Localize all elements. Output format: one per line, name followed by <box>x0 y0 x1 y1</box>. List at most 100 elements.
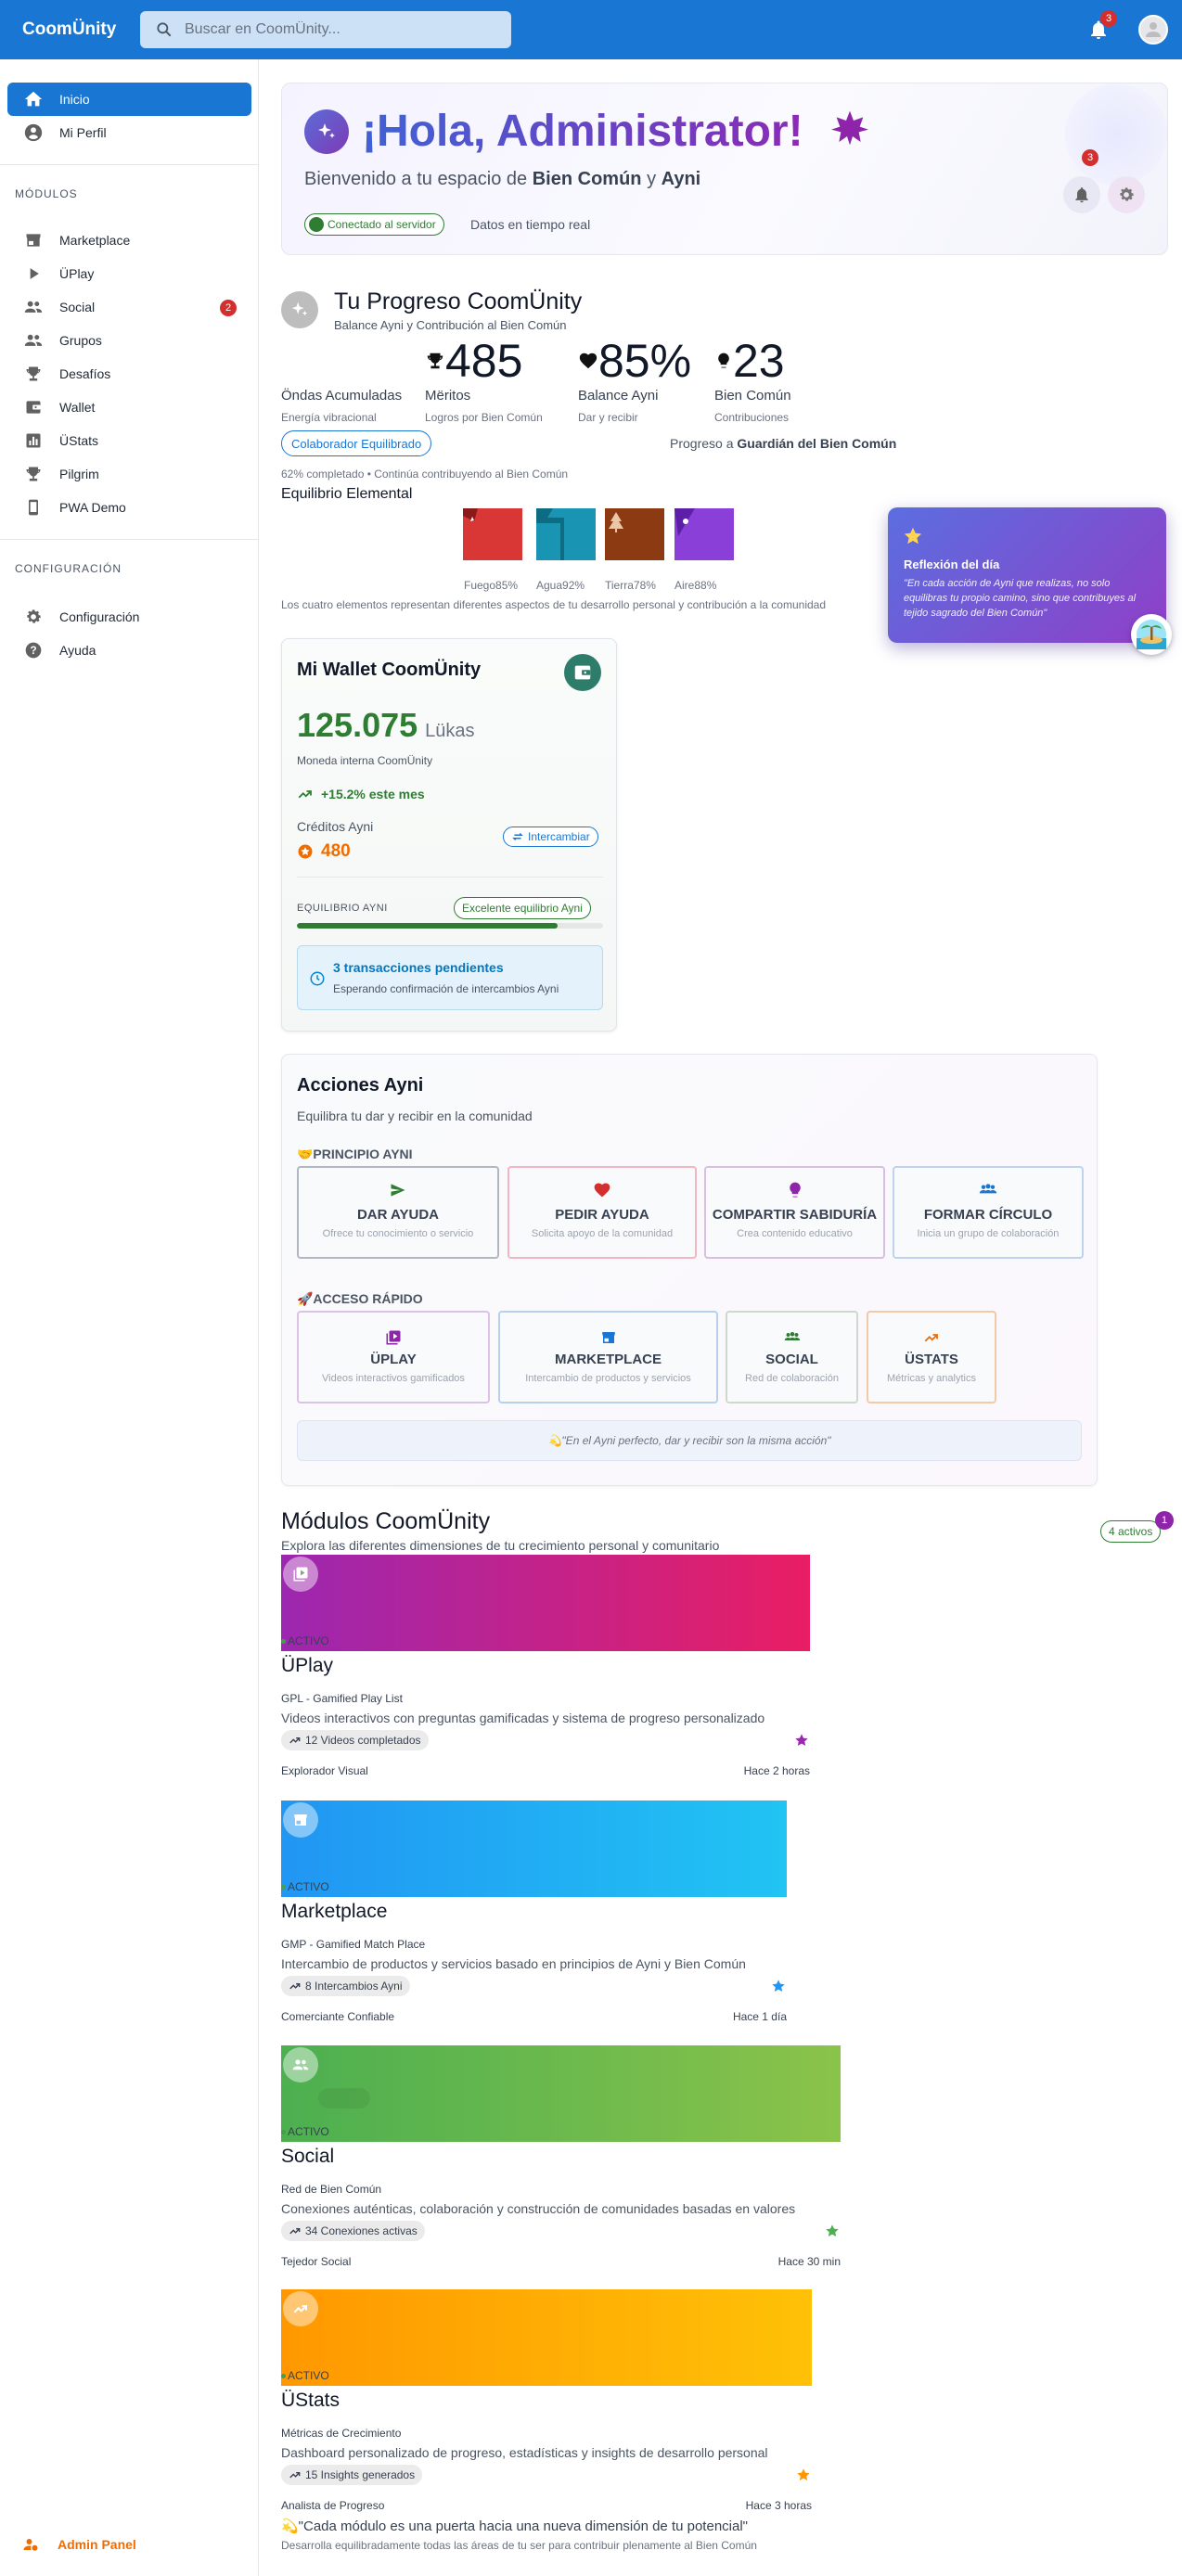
trend-icon <box>289 1737 301 1744</box>
module-name: ÜPlay <box>281 1655 334 1676</box>
sidebar-item-marketplace[interactable]: Marketplace <box>7 224 251 257</box>
wallet-icon-badge[interactable] <box>564 654 601 691</box>
bien-comun-sub: Contribuciones <box>714 411 790 424</box>
agua-element[interactable] <box>536 508 596 560</box>
module-code: Métricas de Crecimiento <box>281 2427 402 2440</box>
notifications-badge: 3 <box>1100 10 1117 27</box>
active-modules-badge: 1 <box>1155 1511 1174 1530</box>
trend-icon <box>289 2471 301 2479</box>
star-circle-icon <box>298 844 313 859</box>
bien-comun-value: 23 <box>714 334 785 388</box>
island-icon-button[interactable] <box>1131 614 1172 655</box>
daily-reflection-card: Reflexión del día "En cada acción de Ayn… <box>888 507 1172 655</box>
trend-up-icon <box>298 790 312 799</box>
module-code: GPL - Gamified Play List <box>281 1692 403 1705</box>
modules-footer-quote: 💫"Cada módulo es una puerta hacia una nu… <box>281 2518 748 2534</box>
sidebar-item-inicio[interactable]: Inicio <box>7 83 251 116</box>
sidebar-item-configuracion[interactable]: Configuración <box>7 600 251 634</box>
admin-panel-link[interactable]: Admin Panel <box>22 2536 136 2553</box>
quick-social-button[interactable]: SOCIAL Red de colaboración <box>726 1311 858 1403</box>
quick-marketplace-button[interactable]: MARKETPLACE Intercambio de productos y s… <box>498 1311 718 1403</box>
sidebar-item-pilgrim[interactable]: Pilgrim <box>7 457 251 491</box>
sidebar-item-ayuda[interactable]: ? Ayuda <box>7 634 251 667</box>
wallet-icon <box>26 401 41 414</box>
module-name: Marketplace <box>281 1901 388 1922</box>
module-card[interactable]: ACTIVO Marketplace GMP - Gamified Match Pl… <box>281 1801 787 2032</box>
hero-notifications-button[interactable] <box>1063 176 1100 213</box>
hero-notifications-badge: 3 <box>1082 149 1098 166</box>
connected-icon <box>309 217 324 232</box>
module-banner[interactable]: ACTIVO <box>281 1801 787 1897</box>
sidebar-item-uplay[interactable]: ÜPlay <box>7 257 251 290</box>
equilibrium-progress <box>297 923 603 929</box>
brand-logo[interactable]: CoomÜnity <box>22 19 141 40</box>
app-bar: CoomÜnity 3 <box>0 0 1182 59</box>
compartir-sabiduria-button[interactable]: COMPARTIR SABIDURÍA Crea contenido educa… <box>704 1166 885 1259</box>
decorative-blob <box>1065 83 1167 186</box>
user-avatar[interactable] <box>1138 15 1168 45</box>
sidebar-item-mi-perfil[interactable]: Mi Perfil <box>7 116 251 149</box>
video-library-icon <box>386 1330 401 1345</box>
module-card[interactable]: ACTIVO Social Red de Bien Común Conexiones … <box>281 2045 841 2277</box>
pending-alert[interactable]: 3 transacciones pendientes Esperando con… <box>297 945 603 1010</box>
meritos-value: 485 <box>425 334 522 388</box>
sparkle-avatar <box>304 109 349 154</box>
search-input[interactable] <box>185 21 491 38</box>
fuego-label: Fuego85% <box>464 579 519 592</box>
sidebar-divider <box>0 164 259 165</box>
sidebar-item-wallet[interactable]: Wallet <box>7 391 251 424</box>
sidebar-item-ustats[interactable]: ÜStats <box>7 424 251 457</box>
sidebar-item-label: Ayuda <box>59 643 96 658</box>
sidebar-item-label: ÜStats <box>59 433 99 448</box>
main-content: ¡Hola, Administrator! Bienvenido a tu es… <box>259 59 1182 2576</box>
module-stat-chip: 15 Insights generados <box>281 2465 423 2485</box>
pending-subtitle: Esperando confirmación de intercambios A… <box>333 982 559 995</box>
search-box[interactable] <box>140 11 511 48</box>
wallet-icon <box>574 665 591 680</box>
earth-icon <box>605 508 664 560</box>
hero-settings-button[interactable] <box>1108 176 1145 213</box>
sidebar-item-grupos[interactable]: Grupos <box>7 324 251 357</box>
level-chip[interactable]: Colaborador Equilibrado <box>281 430 432 456</box>
tierra-element[interactable] <box>605 508 664 560</box>
star-icon <box>826 2224 839 2236</box>
formar-circulo-button[interactable]: FORMAR CÍRCULO Inicia un grupo de colabo… <box>893 1166 1084 1259</box>
aire-element[interactable] <box>675 508 734 560</box>
modules-footer-subtitle: Desarrolla equilibradamente todas las ár… <box>281 2539 757 2552</box>
quick-ustats-button[interactable]: ÜSTATS Métricas y analytics <box>867 1311 996 1403</box>
star-burst-icon <box>831 110 868 146</box>
active-dot-icon <box>281 2129 286 2134</box>
module-banner[interactable]: ACTIVO <box>281 2045 841 2142</box>
fuego-element[interactable] <box>463 508 522 560</box>
admin-icon <box>23 2539 38 2551</box>
module-banner[interactable]: ACTIVO <box>281 2289 812 2386</box>
module-card[interactable]: ACTIVO ÜPlay GPL - Gamified Play List Video… <box>281 1555 810 1787</box>
module-banner[interactable]: ACTIVO <box>281 1555 810 1651</box>
pedir-ayuda-button[interactable]: PEDIR AYUDA Solicita apoyo de la comunid… <box>507 1166 697 1259</box>
heart-icon <box>579 352 597 369</box>
balance-ayni-label: Balance Ayni <box>578 388 659 404</box>
exchange-button[interactable]: Intercambiar <box>503 827 598 847</box>
dar-ayuda-button[interactable]: DAR AYUDA Ofrece tu conocimiento o servi… <box>297 1166 499 1259</box>
module-card[interactable]: ACTIVO ÜStats Métricas de Crecimiento Dashb… <box>281 2289 812 2521</box>
people-icon <box>24 301 43 313</box>
active-dot-icon <box>281 1638 286 1644</box>
module-description: Conexiones auténticas, colaboración y co… <box>281 2201 796 2216</box>
quick-uplay-button[interactable]: ÜPLAY Videos interactivos gamificados <box>297 1311 490 1403</box>
actions-title: Acciones Ayni <box>297 1075 424 1096</box>
tierra-label: Tierra78% <box>605 579 656 592</box>
balance-ayni-value: 85% <box>578 334 691 388</box>
person-icon <box>1146 22 1161 37</box>
module-level: Explorador Visual <box>281 1764 368 1777</box>
admin-panel-label: Admin Panel <box>58 2537 136 2552</box>
sidebar-item-desafios[interactable]: Desafíos <box>7 357 251 391</box>
sidebar-item-social[interactable]: Social 2 <box>7 290 251 324</box>
progress-title: Tu Progreso CoomÜnity <box>334 288 583 314</box>
module-last-activity: Hace 3 horas <box>745 2499 812 2512</box>
home-icon <box>24 91 43 107</box>
progress-avatar <box>281 291 318 328</box>
sidebar-item-label: PWA Demo <box>59 500 126 515</box>
trend-icon <box>289 2227 301 2235</box>
sidebar-item-pwa-demo[interactable]: PWA Demo <box>7 491 251 524</box>
sidebar-item-label: Desafíos <box>59 366 111 381</box>
